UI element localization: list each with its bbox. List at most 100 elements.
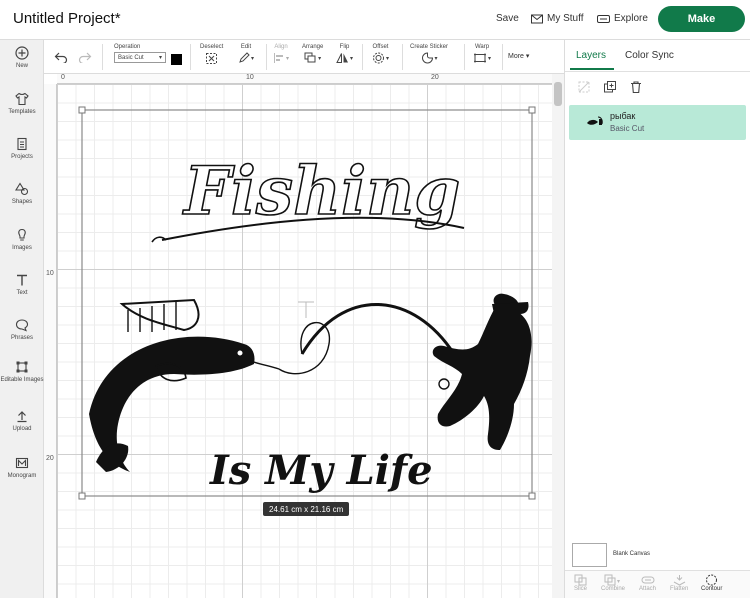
rail-new[interactable]: New: [0, 46, 44, 70]
toolbar-divider: [190, 44, 191, 70]
deselect-button[interactable]: Deselect: [200, 44, 223, 65]
offset-label: Offset: [372, 44, 389, 50]
monogram-icon: [15, 457, 29, 469]
plus-circle-icon: [15, 46, 29, 60]
toolbar-divider: [266, 44, 267, 70]
undo-icon[interactable]: [54, 51, 68, 63]
redo-icon[interactable]: [78, 51, 92, 63]
slice-icon: [574, 574, 587, 586]
make-button[interactable]: Make: [658, 6, 745, 32]
upload-icon: [17, 411, 27, 423]
flip-label: Flip: [339, 44, 350, 50]
warp-button[interactable]: Warp ▾: [473, 44, 491, 64]
app-root: Untitled Project* Save My Stuff Explore …: [0, 0, 750, 598]
vertical-scrollbar[interactable]: [552, 74, 564, 598]
flip-button[interactable]: Flip ▾: [336, 44, 353, 64]
tab-color-sync[interactable]: Color Sync: [625, 50, 674, 61]
blank-canvas-swatch[interactable]: [572, 543, 607, 567]
rail-images[interactable]: Images: [0, 228, 44, 252]
group-icon[interactable]: [577, 80, 591, 94]
rail-editable-images[interactable]: Editable Images: [0, 360, 44, 384]
selection-handle: [528, 492, 536, 500]
create-sticker-button[interactable]: Create Sticker ▾: [410, 44, 448, 64]
top-bar: Untitled Project* Save My Stuff Explore …: [0, 0, 750, 40]
more-label: More: [508, 53, 524, 60]
rail-label: Templates: [8, 109, 36, 115]
toolbar-divider: [402, 44, 403, 70]
rail-label: Editable Images: [0, 377, 44, 383]
duplicate-icon[interactable]: [603, 80, 617, 94]
deselect-label: Deselect: [200, 44, 224, 50]
arrange-button[interactable]: Arrange ▾: [302, 44, 323, 64]
toolbar-divider: [502, 44, 503, 70]
selection-handle: [78, 492, 86, 500]
explore-button[interactable]: Explore: [597, 13, 648, 24]
attach-button[interactable]: Attach: [639, 574, 656, 592]
rail-templates[interactable]: Templates: [0, 92, 44, 116]
combine-button[interactable]: ▾ Combine: [601, 574, 625, 592]
canvas-area[interactable]: 0 10 20 10 20 Fishing Is My Life 24.61 c…: [44, 74, 564, 598]
explore-icon: [597, 14, 610, 23]
shirt-icon: [15, 92, 29, 106]
fisherman-silhouette: [432, 293, 532, 450]
layer-name: рыбак: [610, 111, 636, 121]
rail-text[interactable]: Text: [0, 273, 44, 297]
tab-layers[interactable]: Layers: [576, 50, 606, 61]
rail-upload[interactable]: Upload: [0, 409, 44, 433]
slice-button[interactable]: Slice: [574, 574, 587, 592]
color-swatch[interactable]: [171, 54, 182, 65]
flip-icon: [336, 53, 348, 63]
operation-value: Basic Cut: [118, 54, 144, 61]
rail-label: New: [15, 63, 28, 69]
rail-phrases[interactable]: Phrases: [0, 318, 44, 342]
combine-icon: ▾: [604, 574, 620, 586]
layer-operation: Basic Cut: [610, 124, 645, 133]
operation-group: Operation Basic Cut ▾: [114, 44, 166, 63]
combine-label: Combine: [601, 586, 626, 592]
offset-button[interactable]: Offset ▾: [372, 44, 389, 64]
rail-shapes[interactable]: Shapes: [0, 182, 44, 206]
create-sticker-label: Create Sticker: [410, 44, 449, 50]
rail-label: Text: [16, 290, 28, 296]
scroll-thumb[interactable]: [554, 82, 562, 106]
editable-images-icon: [16, 361, 28, 373]
warp-label: Warp: [474, 44, 490, 50]
contour-icon: [706, 574, 718, 586]
flatten-icon: [673, 575, 685, 586]
toolbar-divider: [102, 44, 103, 70]
my-stuff-button[interactable]: My Stuff: [531, 13, 584, 24]
attach-icon: [641, 576, 654, 584]
layer-row[interactable]: рыбак Basic Cut: [569, 105, 746, 140]
chevron-down-icon: ▾: [158, 55, 162, 61]
project-title[interactable]: Untitled Project*: [13, 10, 121, 27]
chevron-down-icon: ▾: [318, 55, 322, 62]
operation-select[interactable]: Basic Cut ▾: [114, 52, 166, 63]
projects-icon: [17, 137, 27, 151]
attach-label: Attach: [639, 586, 657, 592]
speech-icon: [15, 319, 29, 332]
save-button[interactable]: Save: [496, 13, 519, 24]
arrange-label: Arrange: [302, 44, 324, 50]
arrange-icon: [304, 52, 316, 63]
pen-icon: [239, 52, 250, 63]
deselect-icon: [206, 53, 218, 64]
chevron-down-icon: ▾: [525, 53, 530, 60]
save-label: Save: [496, 13, 519, 24]
selection-handle: [78, 106, 86, 114]
text-icon: [17, 274, 27, 286]
chevron-down-icon: ▾: [434, 55, 438, 62]
rail-label: Projects: [11, 154, 33, 160]
align-button[interactable]: Align ▾: [273, 44, 289, 64]
rail-label: Phrases: [10, 335, 33, 341]
shapes-icon: [15, 182, 29, 196]
rail-projects[interactable]: Projects: [0, 137, 44, 161]
more-button[interactable]: More ▾: [508, 52, 529, 60]
flatten-button[interactable]: Flatten: [670, 574, 688, 592]
rail-monogram[interactable]: Monogram: [0, 456, 44, 480]
contour-button[interactable]: Contour: [701, 574, 722, 592]
slice-label: Slice: [574, 586, 588, 592]
chevron-down-icon: ▾: [488, 55, 492, 62]
delete-icon[interactable]: [629, 80, 643, 94]
design-artwork[interactable]: Fishing Is My Life: [44, 74, 552, 598]
edit-button[interactable]: Edit ▾: [238, 44, 254, 64]
